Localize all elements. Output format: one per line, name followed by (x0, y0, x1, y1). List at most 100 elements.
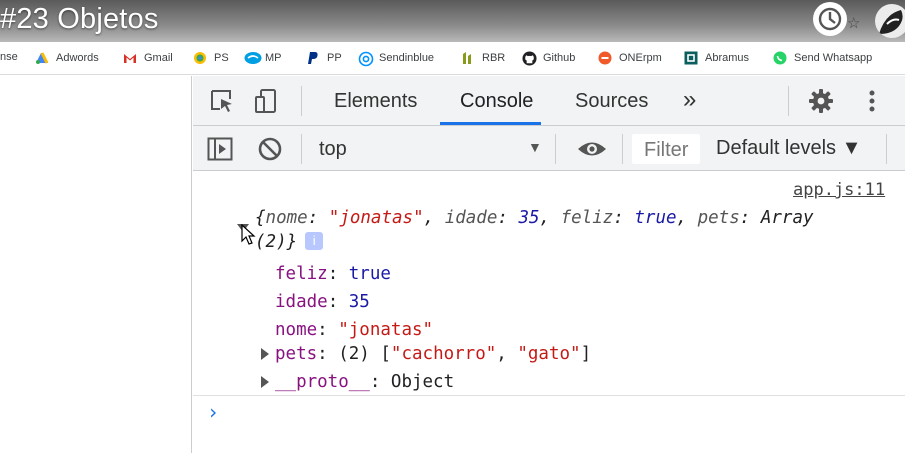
array-item: "cachorro" (390, 344, 497, 364)
key: idade (444, 208, 498, 228)
divider (301, 134, 302, 164)
ps-icon (193, 51, 207, 65)
settings-gear-icon[interactable] (808, 88, 834, 114)
pets-row[interactable]: pets: (2) ["cachorro", "gato"] (275, 342, 591, 366)
filter-input[interactable]: Filter (632, 134, 700, 164)
bookmark-label: Adwords (56, 52, 99, 64)
key: feliz (560, 208, 614, 228)
expand-triangle-icon[interactable] (261, 376, 269, 388)
bookmark-label: PP (327, 52, 342, 64)
devtools-tabbar: Elements Console Sources » (193, 76, 905, 126)
device-toolbar-icon[interactable] (253, 88, 279, 114)
live-expression-eye-icon[interactable] (577, 136, 606, 162)
value: 35 (518, 208, 540, 228)
info-icon[interactable]: i (305, 232, 324, 250)
property-row: feliz: true (275, 264, 391, 284)
show-sidebar-icon[interactable] (207, 136, 233, 162)
object-preview-line[interactable]: {nome: "jonatas", idade: 35, feliz: true… (255, 206, 895, 230)
tab-console[interactable]: Console (460, 90, 533, 113)
proto-row[interactable]: __proto__: Object (275, 370, 454, 394)
property-key: __proto__ (275, 372, 370, 392)
inspect-element-icon[interactable] (209, 88, 235, 114)
screen: #23 Objetos ☆ nse Adwords Gmail PS MP PP… (0, 0, 905, 453)
bookmark-star-icon[interactable]: ☆ (847, 14, 860, 32)
property-value: 35 (348, 292, 370, 312)
property-key: nome (275, 320, 318, 340)
bookmark-abramus[interactable]: Abramus (684, 51, 749, 65)
avatar[interactable] (875, 4, 905, 38)
console-toolbar: top ▼ Filter Default levels ▼ (193, 126, 905, 171)
bookmark-gmail[interactable]: Gmail (123, 51, 173, 65)
key: nome (265, 208, 308, 228)
abramus-icon (684, 51, 698, 65)
bookmark-sendinblue[interactable]: Sendinblue (358, 51, 435, 67)
paypal-icon (306, 51, 320, 65)
property-key: pets (275, 344, 318, 364)
more-options-icon[interactable] (859, 88, 885, 114)
divider (788, 86, 789, 116)
property-value: Object (390, 372, 455, 392)
value: true (634, 208, 677, 228)
bookmarks-bar: nse Adwords Gmail PS MP PP Sendinblue RB… (0, 42, 905, 75)
property-row: idade: 35 (275, 292, 370, 312)
prompt-chevron-icon: › (207, 400, 220, 424)
value: (2)} (255, 232, 298, 252)
property-value: "jonatas" (338, 320, 434, 340)
console-input[interactable]: › (193, 395, 905, 425)
whatsapp-icon (773, 51, 787, 65)
watch-later-icon[interactable] (813, 2, 847, 36)
bookmark-label: Send Whatsapp (794, 52, 873, 64)
bookmark-label: Abramus (705, 52, 750, 64)
bookmark-item[interactable]: nse (0, 51, 18, 63)
adwords-icon (35, 51, 49, 65)
bookmark-ps[interactable]: PS (193, 51, 229, 65)
page-viewport (0, 76, 192, 453)
divider (301, 86, 302, 116)
key: pets (697, 208, 740, 228)
bookmark-send-whatsapp[interactable]: Send Whatsapp (773, 51, 872, 65)
property-row: nome: "jonatas" (275, 320, 434, 340)
gmail-icon (123, 51, 137, 65)
onerpm-icon (598, 51, 612, 65)
value: Array (760, 208, 814, 228)
clear-console-icon[interactable] (257, 136, 283, 162)
more-tabs-button[interactable]: » (683, 86, 696, 114)
divider (886, 134, 887, 164)
chevron-down-icon[interactable]: ▼ (528, 139, 542, 155)
object-preview-line-wrap[interactable]: (2)} i (255, 230, 324, 254)
bookmark-pp[interactable]: PP (306, 51, 342, 65)
video-title: #23 Objetos (0, 3, 159, 35)
bookmark-label: Sendinblue (379, 52, 435, 64)
bookmark-label: Github (543, 52, 576, 64)
property-value: true (348, 264, 391, 284)
bookmark-rbr[interactable]: RBR (461, 51, 505, 65)
value: "jonatas" (328, 208, 424, 228)
bookmark-mp[interactable]: MP (244, 51, 282, 65)
brace: { (255, 208, 266, 228)
bookmark-label: MP (265, 52, 282, 64)
array-prefix: (2) [ (338, 344, 391, 364)
log-levels-dropdown[interactable]: Default levels ▼ (716, 137, 861, 160)
console-output: app.js:11 {nome: "jonatas", idade: 35, f… (193, 172, 905, 453)
array-suffix: ] (580, 344, 592, 364)
sendinblue-icon (358, 51, 374, 67)
context-selector[interactable]: top (319, 138, 347, 161)
bookmark-label: ONErpm (619, 52, 662, 64)
divider (555, 134, 556, 164)
property-key: idade (275, 292, 328, 312)
bookmark-label: RBR (482, 52, 506, 64)
array-item: "gato" (517, 344, 581, 364)
rbr-icon (461, 51, 475, 65)
filter-placeholder: Filter (644, 139, 689, 161)
bookmark-label: Gmail (144, 52, 173, 64)
bookmark-label: nse (0, 51, 18, 63)
expand-triangle-icon[interactable] (261, 348, 269, 360)
bookmark-onerpm[interactable]: ONErpm (598, 51, 662, 65)
bookmark-adwords[interactable]: Adwords (35, 51, 99, 65)
tab-sources[interactable]: Sources (575, 90, 648, 113)
source-link[interactable]: app.js:11 (793, 180, 885, 200)
active-tab-indicator (440, 122, 541, 125)
github-icon (522, 51, 537, 66)
bookmark-github[interactable]: Github (522, 51, 576, 66)
tab-elements[interactable]: Elements (334, 90, 417, 113)
